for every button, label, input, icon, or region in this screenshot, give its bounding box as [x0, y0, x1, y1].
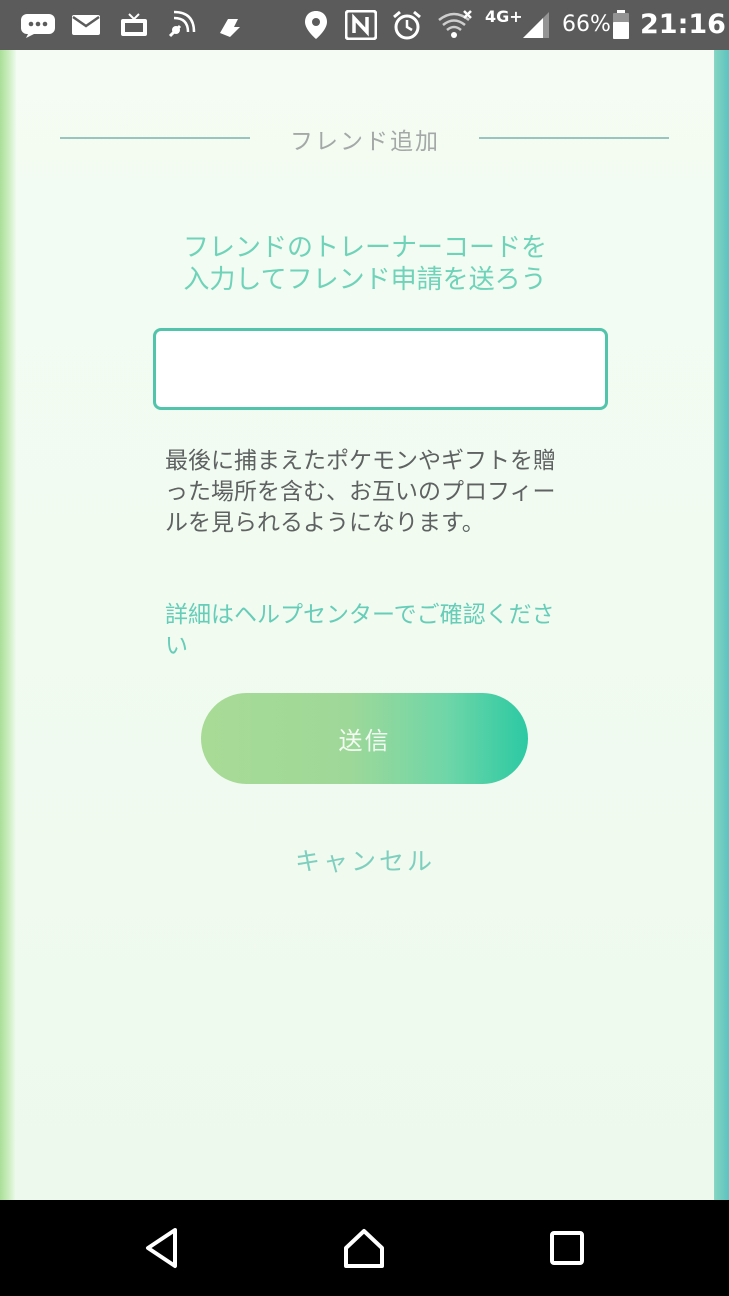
nfc-icon: [343, 0, 379, 50]
clock: 21:16: [640, 9, 726, 40]
wifi-off-icon: [435, 0, 475, 50]
navigation-bar: [0, 1200, 729, 1296]
add-friend-dialog: フレンド追加 フレンドのトレーナーコードを 入力してフレンド申請を送ろう 最後に…: [16, 50, 714, 1200]
dialog-title: フレンド追加: [290, 129, 440, 155]
back-icon[interactable]: [132, 1218, 192, 1278]
trainer-code-input[interactable]: [153, 328, 608, 410]
title-divider-right: [479, 137, 669, 139]
chat-icon: [18, 0, 58, 50]
alarm-icon: [389, 0, 425, 50]
recents-icon[interactable]: [537, 1218, 597, 1278]
cancel-button[interactable]: キャンセル: [265, 840, 465, 880]
satellite-icon: [163, 0, 199, 50]
help-center-link[interactable]: 詳細はヘルプセンターでご確認ください: [165, 600, 575, 662]
pokemon-go-plus-icon: [212, 0, 248, 50]
send-button[interactable]: 送信: [201, 693, 528, 784]
location-icon: [300, 0, 332, 50]
home-icon[interactable]: [334, 1218, 394, 1278]
status-bar: 4G+ 66% 21:16: [0, 0, 729, 50]
app-screen: フレンド追加 フレンドのトレーナーコードを 入力してフレンド申請を送ろう 最後に…: [0, 50, 729, 1200]
battery-icon: [610, 0, 632, 50]
mail-icon: [68, 0, 104, 50]
tv-icon: [116, 0, 152, 50]
trainer-code-prompt: フレンドのトレーナーコードを 入力してフレンド申請を送ろう: [16, 232, 714, 296]
battery-percent: 66%: [562, 12, 611, 37]
network-type: 4G+: [485, 7, 523, 26]
friend-description: 最後に捕まえたポケモンやギフトを贈った場所を含む、お互いのプロフィールを見られる…: [165, 448, 556, 536]
prompt-line-2: 入力してフレンド申請を送ろう: [183, 265, 547, 295]
prompt-line-1: フレンドのトレーナーコードを: [182, 233, 547, 263]
signal-icon: [520, 0, 552, 50]
